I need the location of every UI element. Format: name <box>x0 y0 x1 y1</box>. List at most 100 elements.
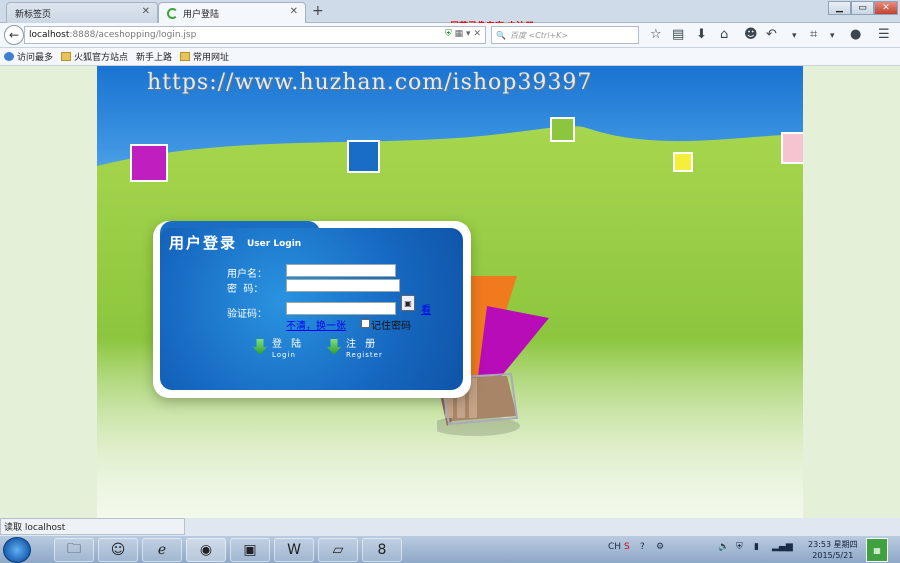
search-icon: 🔍 <box>496 30 506 40</box>
chevron-down-icon[interactable]: ▾ <box>792 31 797 41</box>
bookmark-label: 火狐官方站点 <box>74 53 129 63</box>
sync-icon[interactable]: ☻ <box>744 27 758 42</box>
decor-square-pink <box>781 132 803 164</box>
input-method-icon[interactable]: S <box>624 542 630 552</box>
dropdown-icon[interactable]: ▾ <box>466 29 471 39</box>
login-title: 用户登录 <box>169 234 238 252</box>
qr-icon[interactable]: ▦ <box>455 29 464 39</box>
login-button[interactable]: 登 陆 Login <box>253 339 304 361</box>
bookmark-label: 常用网址 <box>193 53 230 63</box>
decor-square-green <box>550 117 575 142</box>
file-explorer-icon[interactable]: 🗀 <box>54 538 94 562</box>
url-actions: ⛨ ▦ ▾ ✕ <box>445 29 481 39</box>
tab-close-icon[interactable]: ✕ <box>290 6 298 17</box>
crop-icon[interactable]: ⌗ <box>810 27 817 42</box>
stop-icon[interactable]: ✕ <box>473 29 481 39</box>
help-icon[interactable]: ? <box>640 542 645 552</box>
back-history-icon[interactable]: ↶ <box>766 27 777 42</box>
bookmark-firefox-site[interactable]: 火狐官方站点 <box>61 50 128 63</box>
arrow-down-icon <box>327 339 341 355</box>
register-button-cn: 注 册 <box>346 339 379 350</box>
loading-icon <box>167 7 178 19</box>
back-button[interactable]: ← <box>4 25 24 45</box>
login-stage: https://www.huzhan.com/ishop39397 用户登录 U… <box>97 66 803 518</box>
status-bar: 读取 localhost <box>0 518 185 535</box>
new-tab-button[interactable]: + <box>312 3 324 19</box>
minimize-button[interactable]: ▁ <box>828 1 851 15</box>
language-indicator[interactable]: CH <box>608 542 621 552</box>
bookmark-most-visited[interactable]: 访问最多 <box>4 50 53 63</box>
url-path: :8888/aceshopping/login.jsp <box>69 30 197 40</box>
login-button-en: Login <box>272 351 296 359</box>
captcha-field[interactable] <box>286 302 396 315</box>
tab-close-icon[interactable]: ✕ <box>142 6 150 17</box>
login-subtitle: User Login <box>247 239 302 249</box>
search-input[interactable]: 🔍 百度 <Ctrl+K> <box>491 26 639 44</box>
shield-icon[interactable]: ⛨ <box>445 29 452 39</box>
clock-time: 23:53 星期四 <box>808 540 858 549</box>
url-host: localhost <box>29 30 70 40</box>
login-button-cn: 登 陆 <box>272 339 305 350</box>
home-icon[interactable]: ⌂ <box>720 27 728 42</box>
show-desktop-button[interactable]: ▦ <box>866 538 888 562</box>
signal-icon[interactable]: ▂▄▆ <box>772 542 793 552</box>
decor-square-yellow <box>673 152 693 172</box>
page-viewport: https://www.huzhan.com/ishop39397 用户登录 U… <box>0 66 900 518</box>
captcha-view-link[interactable]: 看 <box>421 301 431 316</box>
system-clock[interactable]: 23:53 星期四 2015/5/21 <box>808 539 858 561</box>
bookmark-common-sites[interactable]: 常用网址 <box>180 50 229 63</box>
address-bar[interactable]: localhost :8888/aceshopping/login.jsp ⛨ … <box>24 26 486 44</box>
login-panel: 用户登录 User Login 用户名： 密 码： 验证码： ▣ 看 不清，换一… <box>153 221 471 398</box>
bookmark-label: 访问最多 <box>17 53 54 63</box>
globe-icon <box>4 52 14 61</box>
taskbar: 🗀 ☺ ℯ ◉ ▣ W ▱ 8 CH S ? ⚙ 🔈 ⛨ ▮ ▂▄▆ 23:53… <box>0 535 900 563</box>
maximize-button[interactable]: ▭ <box>851 1 874 15</box>
start-button[interactable] <box>3 537 31 563</box>
captcha-image-icon[interactable]: ▣ <box>401 295 415 311</box>
qq-icon[interactable]: ☺ <box>98 538 138 562</box>
decor-square-magenta <box>130 144 168 182</box>
chevron-down-icon[interactable]: ▾ <box>830 31 835 41</box>
network-icon[interactable]: ▮ <box>754 542 759 552</box>
bookmarks-bar: 访问最多 火狐官方站点 新手上路 常用网址 <box>0 48 900 123</box>
clock-date: 2015/5/21 <box>812 551 854 560</box>
tab-new[interactable]: 新标签页 ✕ <box>6 2 158 23</box>
word-icon[interactable]: W <box>274 538 314 562</box>
powerpoint-icon[interactable]: ▣ <box>230 538 270 562</box>
download-icon[interactable]: ⬇ <box>696 27 707 42</box>
bookmark-getting-started[interactable]: 新手上路 <box>0 50 173 123</box>
editor-icon[interactable]: 8 <box>362 538 402 562</box>
remember-label: 记住密码 <box>371 321 411 332</box>
star-icon[interactable]: ☆ <box>650 27 662 42</box>
bookmark-label: 新手上路 <box>136 53 173 63</box>
close-window-button[interactable]: ✕ <box>874 1 898 15</box>
settings-icon[interactable]: ⚙ <box>656 542 664 552</box>
refresh-captcha-link[interactable]: 不清，换一张 <box>286 317 346 332</box>
security-icon[interactable]: ⛨ <box>736 542 743 552</box>
notepad-icon[interactable]: ▱ <box>318 538 358 562</box>
captcha-label: 验证码： <box>227 309 267 320</box>
tab-strip: 新标签页 ✕ 用户登陆 ✕ + 屏幕录像专家 未注册 ▁ ▭ ✕ <box>0 0 900 32</box>
tab-label: 用户登陆 <box>183 9 220 20</box>
remember-checkbox[interactable] <box>361 319 370 328</box>
password-field[interactable] <box>286 279 400 292</box>
folder-icon <box>180 52 191 61</box>
watermark-text: https://www.huzhan.com/ishop39397 <box>147 70 593 95</box>
decor-square-blue <box>347 140 380 173</box>
arrow-down-icon <box>253 339 267 355</box>
chat-icon[interactable]: ● <box>850 27 861 42</box>
reading-list-icon[interactable]: ▤ <box>672 27 684 42</box>
volume-icon[interactable]: 🔈 <box>718 542 729 552</box>
login-button-label: 登 陆 Login <box>272 339 304 361</box>
tab-login[interactable]: 用户登陆 ✕ <box>158 2 306 23</box>
internet-explorer-icon[interactable]: ℯ <box>142 538 182 562</box>
firefox-icon[interactable]: ◉ <box>186 538 226 562</box>
username-field[interactable] <box>286 264 396 277</box>
username-label: 用户名： <box>227 269 267 280</box>
register-button[interactable]: 注 册 Register <box>327 339 383 361</box>
register-button-en: Register <box>346 351 383 359</box>
search-placeholder: 百度 <Ctrl+K> <box>509 30 569 40</box>
tab-label: 新标签页 <box>15 9 52 20</box>
folder-icon <box>61 52 72 61</box>
menu-icon[interactable]: ☰ <box>878 27 890 42</box>
